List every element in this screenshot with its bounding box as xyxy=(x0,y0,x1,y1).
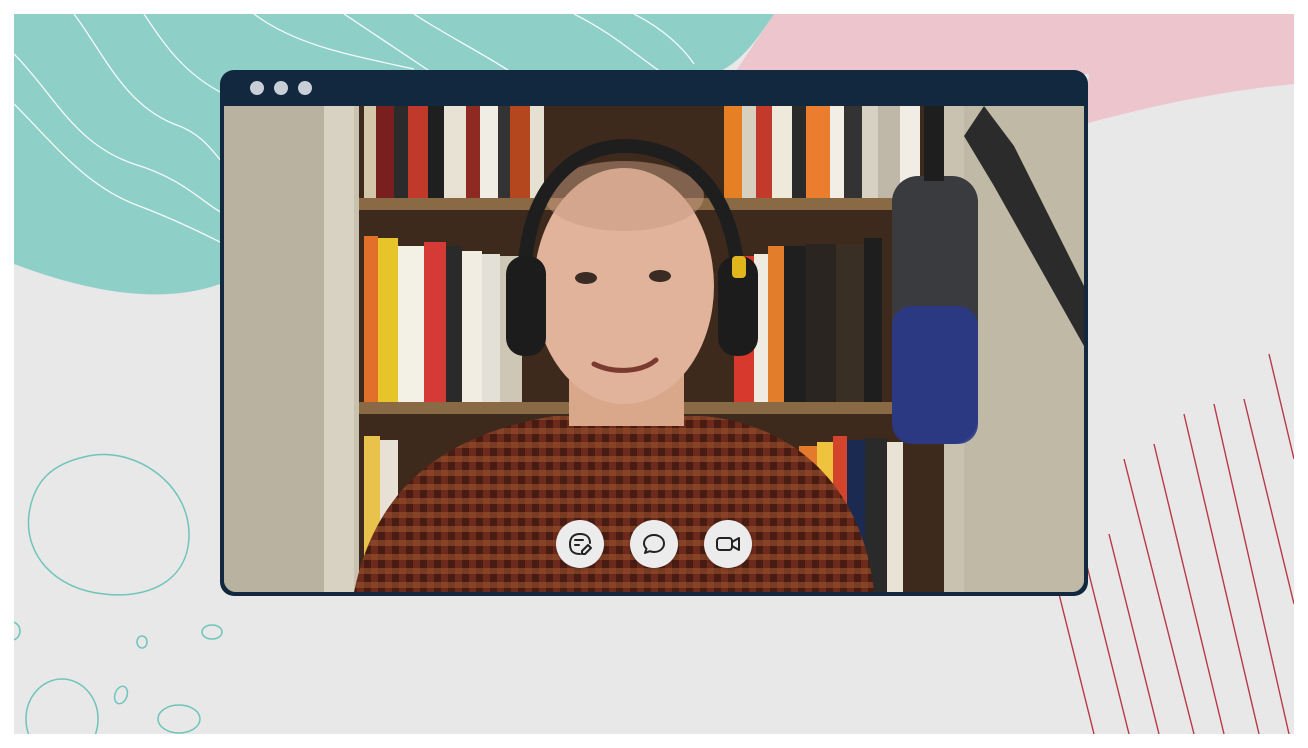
note-edit-icon xyxy=(569,533,592,555)
notes-button[interactable] xyxy=(556,520,604,568)
slide-canvas xyxy=(14,14,1294,734)
chat-bubble-icon xyxy=(643,534,665,554)
call-controls xyxy=(224,520,1084,570)
window-dot-1[interactable] xyxy=(250,81,264,95)
video-camera-icon xyxy=(716,537,740,551)
video-button[interactable] xyxy=(704,520,752,568)
chat-button[interactable] xyxy=(630,520,678,568)
video-call-window xyxy=(220,70,1088,596)
video-feed xyxy=(224,106,1084,592)
window-dot-3[interactable] xyxy=(298,81,312,95)
window-dot-2[interactable] xyxy=(274,81,288,95)
window-title-bar xyxy=(220,70,1088,106)
